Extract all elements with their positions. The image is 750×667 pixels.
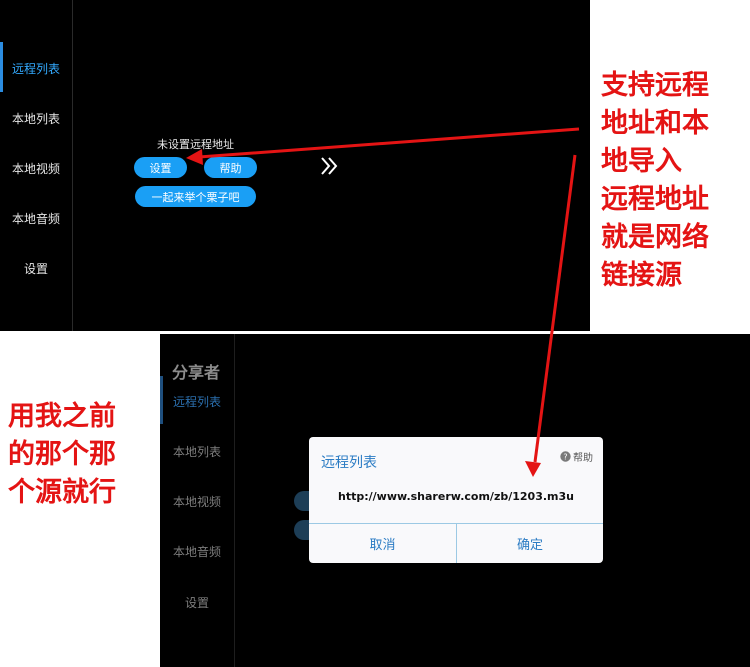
top-sidebar: 远程列表 本地列表 本地视频 本地音频 设置 (0, 0, 73, 331)
sidebar-item-local-video[interactable]: 本地视频 (160, 493, 234, 510)
annotation-line: 地导入 (601, 146, 682, 177)
dialog-title: 远程列表 (321, 455, 377, 471)
sidebar-item-local-video[interactable]: 本地视频 (0, 160, 72, 177)
sidebar-item-remote-list[interactable]: 远程列表 (0, 60, 72, 77)
annotation-line: 支持远程 (601, 70, 709, 101)
confirm-button[interactable]: 确定 (457, 524, 603, 563)
annotation-line: 的那个那 (8, 439, 116, 470)
bottom-app-screen: 分享者 远程列表 本地列表 本地视频 本地音频 设置 远程列表 ? 帮助 htt… (160, 334, 750, 667)
annotation-line: 链接源 (601, 260, 682, 291)
annotation-line: 地址和本 (601, 108, 709, 139)
annotation-right-note: 支持远程 地址和本 地导入 远程地址 就是网络 链接源 (601, 67, 709, 295)
example-button[interactable]: 一起来举个栗子吧 (135, 186, 256, 207)
cancel-button[interactable]: 取消 (309, 524, 456, 563)
help-button[interactable]: 帮助 (204, 157, 257, 178)
annotation-left-note: 用我之前 的那个那 个源就行 (8, 398, 116, 512)
top-app-screen: 远程列表 本地列表 本地视频 本地音频 设置 未设置远程地址 设置 帮助 一起来… (0, 0, 590, 331)
sidebar-item-local-list[interactable]: 本地列表 (160, 443, 234, 460)
question-circle-icon: ? (560, 451, 571, 462)
dialog-help[interactable]: ? 帮助 (560, 449, 593, 464)
remote-status-text: 未设置远程地址 (157, 138, 234, 151)
bottom-sidebar: 分享者 远程列表 本地列表 本地视频 本地音频 设置 (160, 334, 235, 667)
annotation-line: 个源就行 (8, 477, 116, 508)
sidebar-item-local-audio[interactable]: 本地音频 (160, 543, 234, 560)
sidebar-item-local-audio[interactable]: 本地音频 (0, 210, 72, 227)
sidebar-item-settings[interactable]: 设置 (160, 594, 234, 611)
double-chevron-right-icon[interactable] (319, 155, 341, 177)
sidebar-item-remote-list[interactable]: 远程列表 (160, 393, 234, 410)
settings-button[interactable]: 设置 (134, 157, 187, 178)
svg-text:?: ? (563, 453, 567, 462)
sidebar-item-local-list[interactable]: 本地列表 (0, 110, 72, 127)
annotation-line: 就是网络 (601, 222, 709, 253)
dialog-help-label: 帮助 (573, 453, 593, 464)
annotation-line: 远程地址 (601, 184, 709, 215)
annotation-line: 用我之前 (8, 401, 116, 432)
remote-list-dialog: 远程列表 ? 帮助 http://www.sharerw.com/zb/1203… (309, 437, 603, 563)
app-title: 分享者 (172, 363, 221, 382)
sidebar-item-settings[interactable]: 设置 (0, 260, 72, 277)
remote-url-value[interactable]: http://www.sharerw.com/zb/1203.m3u (309, 490, 603, 503)
